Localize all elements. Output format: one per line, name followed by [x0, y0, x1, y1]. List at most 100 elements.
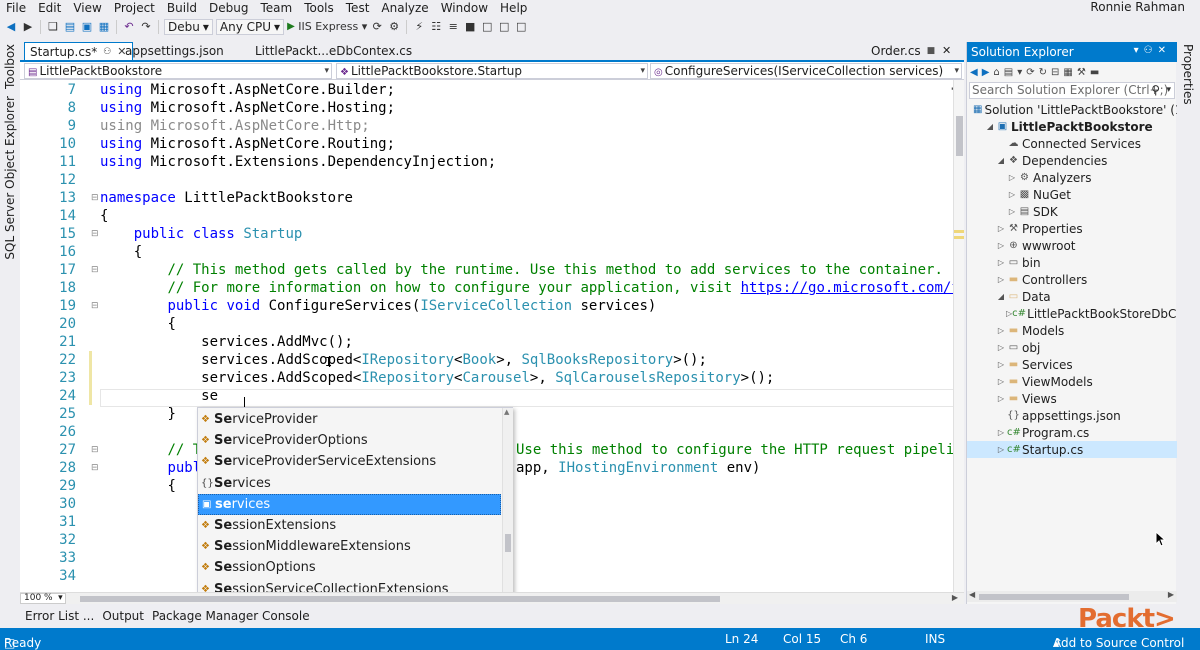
- close-icon[interactable]: ✕: [942, 44, 951, 57]
- collapse-all-icon[interactable]: ⊟: [1051, 67, 1059, 78]
- completion-item[interactable]: ❖ Se rviceProviderOptions: [198, 430, 501, 451]
- tree-item[interactable]: ◢ ▭ Data: [967, 288, 1177, 305]
- collapsed-arrow-icon[interactable]: ▷: [995, 377, 1007, 386]
- bookmark-next-icon[interactable]: □: [497, 19, 511, 35]
- undo-icon[interactable]: ↶: [122, 19, 136, 35]
- home-icon[interactable]: ⌂: [993, 67, 999, 78]
- expanded-arrow-icon[interactable]: ◢: [995, 156, 1007, 165]
- scroll-left-icon[interactable]: ◀: [969, 590, 975, 599]
- completion-scrollbar[interactable]: ▲: [502, 408, 513, 600]
- forward-icon[interactable]: ▶: [982, 67, 990, 78]
- menu-analyze[interactable]: Analyze: [375, 1, 434, 15]
- status-line[interactable]: Ln 24: [725, 632, 758, 646]
- tree-item[interactable]: ▷ ▬ Models: [967, 322, 1177, 339]
- tree-item[interactable]: ▷ ▭ bin: [967, 254, 1177, 271]
- format-icon[interactable]: ≡: [446, 19, 460, 35]
- completion-item[interactable]: {} Se rvices: [198, 473, 501, 494]
- collapsed-arrow-icon[interactable]: ▷: [995, 394, 1007, 403]
- member-scope-select[interactable]: ◎ ConfigureServices(IServiceCollection se…: [650, 63, 962, 79]
- pin-icon[interactable]: ■: [927, 46, 936, 56]
- collapsed-arrow-icon[interactable]: ▷: [995, 241, 1007, 250]
- refresh-icon[interactable]: ↻: [1039, 67, 1047, 78]
- menu-test[interactable]: Test: [340, 1, 376, 15]
- tree-item[interactable]: ☁ Connected Services: [967, 135, 1177, 152]
- solution-platform-select[interactable]: Any CPU ▾: [215, 19, 285, 35]
- tab-error-list[interactable]: Error List ...: [25, 609, 94, 623]
- scrollbar-thumb[interactable]: [80, 596, 720, 602]
- tree-item[interactable]: ▷ ▩ NuGet: [967, 186, 1177, 203]
- expanded-arrow-icon[interactable]: ◢: [995, 292, 1007, 301]
- tree-item[interactable]: ◢ ▣ LittlePacktBookstore: [967, 118, 1177, 135]
- show-all-files-icon[interactable]: ▦: [1063, 67, 1072, 78]
- chevron-down-icon[interactable]: ▾: [1017, 67, 1022, 78]
- editor-vertical-scrollbar[interactable]: [953, 80, 964, 592]
- bookmark-prev-icon[interactable]: □: [480, 19, 494, 35]
- comment-link[interactable]: https://go.microsoft.com/fwli: [741, 280, 964, 296]
- completion-item[interactable]: ❖ Se ssionExtensions: [198, 515, 501, 536]
- completion-item[interactable]: ❖ Se rviceProviderServiceExtensions: [198, 451, 501, 472]
- run-button[interactable]: ▶ IIS Express ▾: [287, 19, 367, 35]
- tree-item[interactable]: ▷ ▤ SDK: [967, 203, 1177, 220]
- project-scope-select[interactable]: ▤ LittlePacktBookstore ▾: [24, 63, 332, 79]
- completion-item[interactable]: ❖ Se ssionMiddlewareExtensions: [198, 536, 501, 557]
- back-icon[interactable]: ◀: [970, 67, 978, 78]
- solution-explorer-search-input[interactable]: Search Solution Explorer (Ctrl+;) ⚲ ▾: [969, 82, 1175, 99]
- collapse-icon[interactable]: ⊟: [91, 189, 99, 207]
- scroll-right-icon[interactable]: ▶: [1168, 590, 1174, 599]
- collapsed-arrow-icon[interactable]: ▷: [995, 445, 1007, 454]
- sql-server-object-explorer-tab[interactable]: SQL Server Object Explorer: [3, 96, 17, 260]
- sync-icon[interactable]: ⟳: [1026, 67, 1034, 78]
- tree-item[interactable]: ▷ ▬ Services: [967, 356, 1177, 373]
- scrollbar-thumb[interactable]: [956, 116, 963, 156]
- collapse-icon[interactable]: ⊟: [91, 441, 99, 459]
- menu-project[interactable]: Project: [108, 1, 161, 15]
- tab-appsettings-json[interactable]: appsettings.json: [120, 42, 229, 60]
- collapse-icon[interactable]: ⊟: [91, 261, 99, 279]
- class-scope-select[interactable]: ❖ LittlePacktBookstore.Startup ▾: [336, 63, 648, 79]
- menu-build[interactable]: Build: [161, 1, 203, 15]
- tree-item[interactable]: ▷ ▬ Controllers: [967, 271, 1177, 288]
- preview-icon[interactable]: ▬: [1090, 67, 1099, 78]
- tab-package-manager-console[interactable]: Package Manager Console: [152, 609, 310, 623]
- menu-team[interactable]: Team: [254, 1, 298, 15]
- tree-item[interactable]: ▷ ▬ ViewModels: [967, 373, 1177, 390]
- completion-item[interactable]: ❖ Se rviceProvider: [198, 409, 501, 430]
- collapse-icon[interactable]: ⊟: [91, 297, 99, 315]
- menu-file[interactable]: File: [0, 1, 32, 15]
- collapsed-arrow-icon[interactable]: ▷: [995, 258, 1007, 267]
- properties-tab[interactable]: Properties: [1181, 44, 1195, 105]
- menu-debug[interactable]: Debug: [203, 1, 254, 15]
- collapse-icon[interactable]: ⊟: [91, 459, 99, 477]
- pin-icon[interactable]: ⚇: [1144, 45, 1158, 56]
- new-project-icon[interactable]: ❑: [46, 19, 60, 35]
- search-icon[interactable]: ⚲: [1151, 83, 1160, 98]
- menu-tools[interactable]: Tools: [298, 1, 340, 15]
- status-insert-mode[interactable]: INS: [925, 632, 945, 646]
- scrollbar-thumb[interactable]: [979, 594, 1129, 600]
- collapsed-arrow-icon[interactable]: ▷: [995, 326, 1007, 335]
- collapsed-arrow-icon[interactable]: ▷: [995, 428, 1007, 437]
- collapse-icon[interactable]: ⊟: [91, 225, 99, 243]
- tab-startup-cs[interactable]: Startup.cs* ⚇ ✕: [24, 42, 133, 60]
- refresh-icon[interactable]: ⟳: [370, 19, 384, 35]
- collapsed-arrow-icon[interactable]: ▷: [995, 224, 1007, 233]
- collapsed-arrow-icon[interactable]: ▷: [995, 343, 1007, 352]
- expanded-arrow-icon[interactable]: ◢: [984, 122, 996, 131]
- tree-item[interactable]: ▷ ⚙ Analyzers: [967, 169, 1177, 186]
- tree-item[interactable]: ▷ ⚒ Properties: [967, 220, 1177, 237]
- chevron-down-icon[interactable]: ▾: [1134, 45, 1144, 56]
- save-all-icon[interactable]: ▦: [97, 19, 111, 35]
- switch-views-icon[interactable]: ▤: [1004, 67, 1013, 78]
- collapsed-arrow-icon[interactable]: ▷: [1006, 207, 1018, 216]
- forward-icon[interactable]: ▶: [21, 19, 35, 35]
- status-char[interactable]: Ch 6: [840, 632, 867, 646]
- redo-icon[interactable]: ↷: [139, 19, 153, 35]
- tree-item[interactable]: {} appsettings.json: [967, 407, 1177, 424]
- pin-icon[interactable]: ⚇: [103, 47, 111, 57]
- scroll-up-icon[interactable]: ▲: [504, 408, 509, 416]
- scrollbar-thumb[interactable]: [505, 534, 511, 552]
- hot-reload-icon[interactable]: ⚡: [412, 19, 426, 35]
- status-column[interactable]: Col 15: [783, 632, 821, 646]
- toolbox-tab[interactable]: Toolbox: [3, 44, 17, 89]
- zoom-select[interactable]: 100 % ▾: [20, 593, 66, 604]
